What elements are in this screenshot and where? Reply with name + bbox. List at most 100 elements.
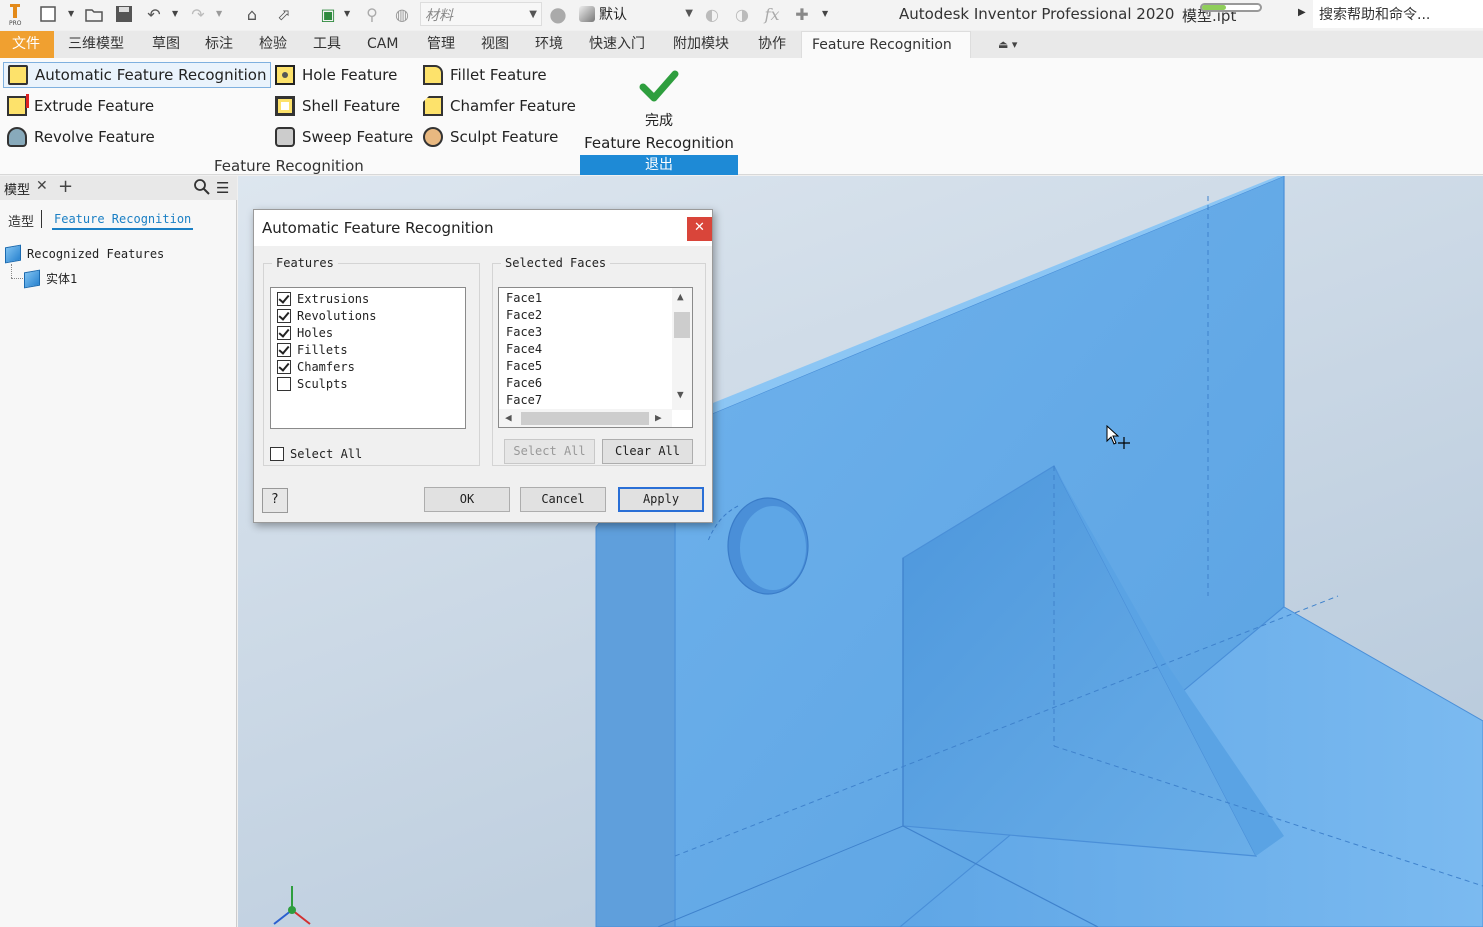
tab-feature-recognition-browser[interactable]: Feature Recognition xyxy=(52,212,194,230)
finish-feature-recognition-button[interactable]: 完成 Feature Recognition xyxy=(580,64,738,152)
tab-view[interactable]: 视图 xyxy=(475,31,515,58)
tab-annotate[interactable]: 标注 xyxy=(199,31,239,58)
add-browser-tab-icon[interactable]: + xyxy=(58,176,73,197)
horizontal-scroll-thumb[interactable] xyxy=(521,412,649,425)
parameters-fx-icon[interactable]: fx xyxy=(760,3,784,25)
help-expand-icon[interactable]: ▶ xyxy=(1298,7,1306,18)
adjust-icon[interactable]: ◐ xyxy=(700,3,724,25)
feature-item-sculpts[interactable]: Sculpts xyxy=(277,375,348,392)
scroll-left-icon[interactable]: ◀ xyxy=(505,411,512,424)
automatic-feature-recognition-dialog: Automatic Feature Recognition ✕ Features… xyxy=(253,209,713,523)
material-selector[interactable]: 材料 ▼ xyxy=(420,2,542,26)
face-list-item[interactable]: Face2 xyxy=(506,308,542,322)
close-icon[interactable]: ✕ xyxy=(36,178,48,194)
tab-3d-model[interactable]: 三维模型 xyxy=(62,31,130,58)
appearance-clear-icon[interactable]: ◍ xyxy=(390,3,414,25)
selected-faces-group-title: Selected Faces xyxy=(501,256,611,270)
tree-node-solid1[interactable]: 实体1 xyxy=(24,269,77,288)
face-list-item[interactable]: Face6 xyxy=(506,376,542,390)
ribbon-display-toggle-icon[interactable]: ⏏ ▾ xyxy=(998,38,1017,51)
feature-item-extrusions[interactable]: Extrusions xyxy=(277,290,369,307)
revolve-feature-button[interactable]: Revolve Feature xyxy=(3,124,159,150)
select-all-checkbox[interactable] xyxy=(270,446,284,461)
tab-sketch[interactable]: 草图 xyxy=(146,31,186,58)
customize-qat-icon[interactable]: ▼ xyxy=(822,9,830,18)
scroll-right-icon[interactable]: ▶ xyxy=(655,411,662,424)
ok-button[interactable]: OK xyxy=(424,487,510,512)
hole-feature-button[interactable]: Hole Feature xyxy=(271,62,401,88)
face-list-item[interactable]: Face1 xyxy=(506,291,542,305)
feature-item-chamfers[interactable]: Chamfers xyxy=(277,358,355,375)
tab-feature-recognition[interactable]: Feature Recognition xyxy=(801,31,971,58)
revolve-icon xyxy=(7,127,27,147)
clear-all-faces-button[interactable]: Clear All xyxy=(602,439,693,464)
new-dropdown-icon[interactable]: ▼ xyxy=(68,9,76,18)
home-icon[interactable]: ⌂ xyxy=(240,3,264,25)
tree-node-recognized-features[interactable]: Recognized Features xyxy=(5,244,164,264)
apply-button[interactable]: Apply xyxy=(618,487,704,512)
tab-environment[interactable]: 环境 xyxy=(529,31,569,58)
dialog-close-button[interactable]: ✕ xyxy=(687,217,712,241)
feature-checkbox[interactable] xyxy=(277,308,291,323)
select-tool-icon[interactable]: ⬀ xyxy=(272,3,296,25)
redo-icon[interactable]: ↷ xyxy=(186,3,210,25)
help-search-input[interactable]: 搜索帮助和命令... xyxy=(1313,0,1483,28)
measure-icon[interactable]: ⚲ xyxy=(360,3,384,25)
feature-item-fillets[interactable]: Fillets xyxy=(277,341,348,358)
redo-dropdown-icon[interactable]: ▼ xyxy=(216,9,224,18)
scroll-up-icon[interactable]: ▲ xyxy=(677,290,684,303)
feature-checkbox[interactable] xyxy=(277,291,291,306)
tab-add-ins[interactable]: 附加模块 xyxy=(667,31,735,58)
tab-collaborate[interactable]: 协作 xyxy=(752,31,792,58)
feature-checkbox[interactable] xyxy=(277,342,291,357)
appearance-selector[interactable]: 默认 ▼ xyxy=(575,2,697,26)
update-dropdown-icon[interactable]: ▼ xyxy=(344,9,352,18)
new-file-icon[interactable] xyxy=(36,3,60,25)
browser-tab-model[interactable]: 模型 xyxy=(4,179,30,198)
undo-icon[interactable]: ↶ xyxy=(142,3,166,25)
open-folder-icon[interactable] xyxy=(82,3,106,25)
face-list-item[interactable]: Face3 xyxy=(506,325,542,339)
tab-inspect[interactable]: 检验 xyxy=(253,31,293,58)
feature-item-holes[interactable]: Holes xyxy=(277,324,333,341)
automatic-feature-recognition-button[interactable]: Automatic Feature Recognition xyxy=(3,62,272,88)
faces-horizontal-scrollbar[interactable]: ◀ ▶ xyxy=(499,409,672,427)
scroll-down-icon[interactable]: ▼ xyxy=(677,388,684,401)
clear-override-icon[interactable]: ◑ xyxy=(730,3,754,25)
inventor-pro-logo-icon[interactable]: PRO xyxy=(4,3,26,26)
face-list-item[interactable]: Face4 xyxy=(506,342,542,356)
select-all-features-checkbox-row[interactable]: Select All xyxy=(270,445,362,462)
tab-cam[interactable]: CAM xyxy=(361,31,404,58)
select-all-faces-button[interactable]: Select All xyxy=(504,439,595,464)
save-icon[interactable] xyxy=(112,3,136,25)
sculpt-feature-button[interactable]: Sculpt Feature xyxy=(419,124,562,150)
tab-file[interactable]: 文件 xyxy=(0,31,54,58)
appearance-sphere-icon[interactable]: ● xyxy=(546,2,570,26)
tab-manage[interactable]: 管理 xyxy=(421,31,461,58)
chamfer-feature-button[interactable]: Chamfer Feature xyxy=(419,93,580,119)
fillet-feature-button[interactable]: Fillet Feature xyxy=(419,62,551,88)
update-icon[interactable]: ▣ xyxy=(316,3,340,25)
undo-dropdown-icon[interactable]: ▼ xyxy=(172,9,180,18)
selected-faces-list[interactable]: Face1 Face2 Face3 Face4 Face5 Face6 Face… xyxy=(498,287,693,428)
faces-vertical-scrollbar[interactable]: ▲ ▼ xyxy=(672,288,692,410)
feature-checkbox[interactable] xyxy=(277,325,291,340)
hamburger-menu-icon[interactable]: ☰ xyxy=(216,179,229,197)
help-button[interactable]: ? xyxy=(262,488,288,513)
feature-checkbox[interactable] xyxy=(277,359,291,374)
extrude-feature-button[interactable]: Extrude Feature xyxy=(3,93,158,119)
feature-item-revolutions[interactable]: Revolutions xyxy=(277,307,376,324)
tab-tools[interactable]: 工具 xyxy=(307,31,347,58)
sweep-feature-button[interactable]: Sweep Feature xyxy=(271,124,417,150)
search-icon[interactable] xyxy=(193,178,211,196)
dialog-titlebar[interactable]: Automatic Feature Recognition ✕ xyxy=(254,210,712,246)
face-list-item[interactable]: Face5 xyxy=(506,359,542,373)
vertical-scroll-thumb[interactable] xyxy=(674,312,690,338)
cancel-button[interactable]: Cancel xyxy=(520,487,606,512)
tab-modeling[interactable]: 造型 xyxy=(8,211,34,230)
shell-feature-button[interactable]: Shell Feature xyxy=(271,93,404,119)
feature-checkbox[interactable] xyxy=(277,376,291,391)
tab-get-started[interactable]: 快速入门 xyxy=(583,31,651,58)
face-list-item[interactable]: Face7 xyxy=(506,393,542,407)
add-icon[interactable]: ✚ xyxy=(790,3,814,25)
